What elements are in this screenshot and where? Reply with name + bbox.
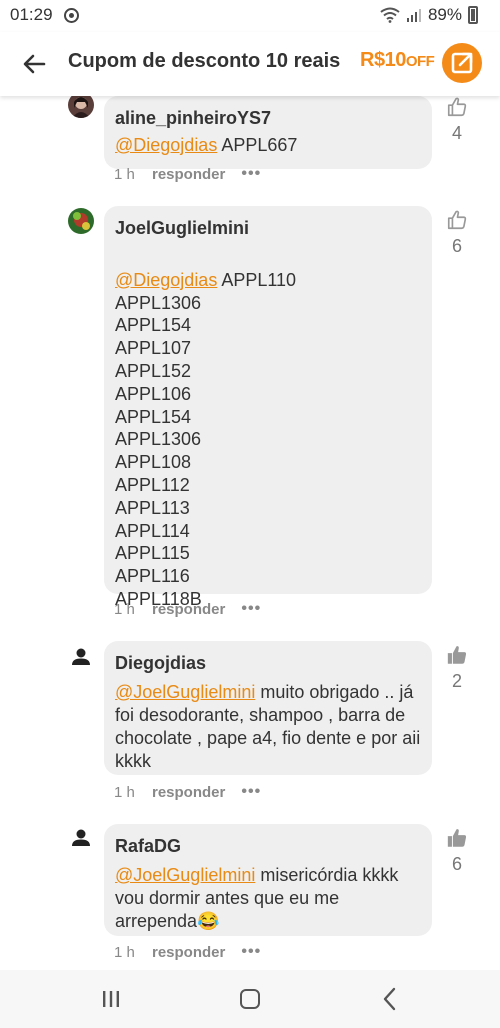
user-photo-icon [68, 208, 94, 234]
reply-button[interactable]: responder [152, 784, 225, 801]
price-badge: R$10OFF [360, 49, 435, 72]
comment-author[interactable]: Diegojdias [115, 651, 422, 675]
sync-icon [64, 8, 79, 23]
default-user-icon [72, 829, 90, 846]
system-nav-bar [0, 970, 500, 1028]
more-options-icon[interactable]: ••• [241, 165, 261, 183]
back-arrow-icon[interactable] [18, 48, 50, 80]
like-count: 4 [451, 123, 462, 143]
home-icon[interactable] [240, 989, 260, 1009]
battery-icon [468, 6, 478, 24]
comment-body: APPL110 APPL1306 APPL154 APPL107 APPL152… [115, 269, 297, 609]
recent-apps-icon[interactable] [101, 990, 121, 1008]
comment-author[interactable]: aline_pinheiroYS7 [115, 106, 422, 130]
comment-time: 1 h [114, 600, 135, 618]
more-options-icon[interactable]: ••• [241, 943, 261, 961]
like-count: 6 [451, 854, 462, 874]
open-deal-button[interactable] [442, 43, 482, 83]
thumbs-up-filled-icon[interactable] [446, 827, 468, 849]
comment-bubble: aline_pinheiroYS7 @Diegojdias APPL667 [104, 96, 432, 169]
more-options-icon[interactable]: ••• [241, 783, 261, 801]
price-currency: R$ [360, 49, 385, 71]
comment-body: APPL667 [217, 135, 298, 155]
comment-meta: 1 h responder ••• [114, 943, 261, 961]
status-bar: 01:29 89% [0, 0, 500, 32]
signal-icon [406, 9, 421, 22]
default-user-icon [72, 648, 90, 665]
nav-back-icon[interactable] [381, 987, 399, 1011]
comment-text: @JoelGuglielmini misericórdia kkkk vou d… [115, 864, 422, 933]
comment-bubble: RafaDG @JoelGuglielmini misericórdia kkk… [104, 824, 432, 936]
external-link-icon [451, 52, 473, 74]
reply-button[interactable]: responder [152, 166, 225, 183]
app-bar: Cupom de desconto 10 reais R$10OFF [0, 32, 500, 96]
like-count: 2 [451, 671, 462, 691]
avatar[interactable] [68, 644, 94, 670]
status-indicators: 89% [380, 5, 478, 25]
reply-button[interactable]: responder [152, 944, 225, 961]
comment-author[interactable]: JoelGuglielmini [115, 216, 422, 240]
comment-time: 1 h [114, 943, 135, 961]
comment-meta: 1 h responder ••• [114, 165, 261, 183]
avatar[interactable] [68, 208, 94, 234]
price-suffix: OFF [405, 53, 435, 70]
comment-text: @Diegojdias APPL110 APPL1306 APPL154 APP… [115, 246, 422, 611]
more-options-icon[interactable]: ••• [241, 600, 261, 618]
reply-button[interactable]: responder [152, 601, 225, 618]
price-value: 10 [384, 49, 407, 71]
comment-author[interactable]: RafaDG [115, 834, 422, 858]
page-title: Cupom de desconto 10 reais [68, 50, 340, 72]
comment-meta: 1 h responder ••• [114, 600, 261, 618]
mention-link[interactable]: @JoelGuglielmini [115, 682, 255, 702]
mention-link[interactable]: @Diegojdias [115, 270, 217, 290]
like-count: 6 [451, 236, 462, 256]
comment-meta: 1 h responder ••• [114, 783, 261, 801]
wifi-icon [380, 7, 400, 23]
thumbs-up-icon[interactable] [446, 96, 468, 118]
mention-link[interactable]: @JoelGuglielmini [115, 865, 255, 885]
battery-percent: 89% [427, 5, 462, 24]
mention-link[interactable]: @Diegojdias [115, 135, 217, 155]
thumbs-up-filled-icon[interactable] [446, 644, 468, 666]
comment-bubble: JoelGuglielmini @Diegojdias APPL110 APPL… [104, 206, 432, 609]
comment-bubble: Diegojdias @JoelGuglielmini muito obriga… [104, 641, 432, 775]
comment-text: @Diegojdias APPL667 [115, 134, 422, 157]
comment-time: 1 h [114, 165, 135, 183]
status-time: 01:29 [10, 5, 53, 24]
avatar[interactable] [68, 825, 94, 851]
comment-text: @JoelGuglielmini muito obrigado .. já fo… [115, 681, 422, 773]
thumbs-up-icon[interactable] [446, 209, 468, 231]
comment-time: 1 h [114, 783, 135, 801]
